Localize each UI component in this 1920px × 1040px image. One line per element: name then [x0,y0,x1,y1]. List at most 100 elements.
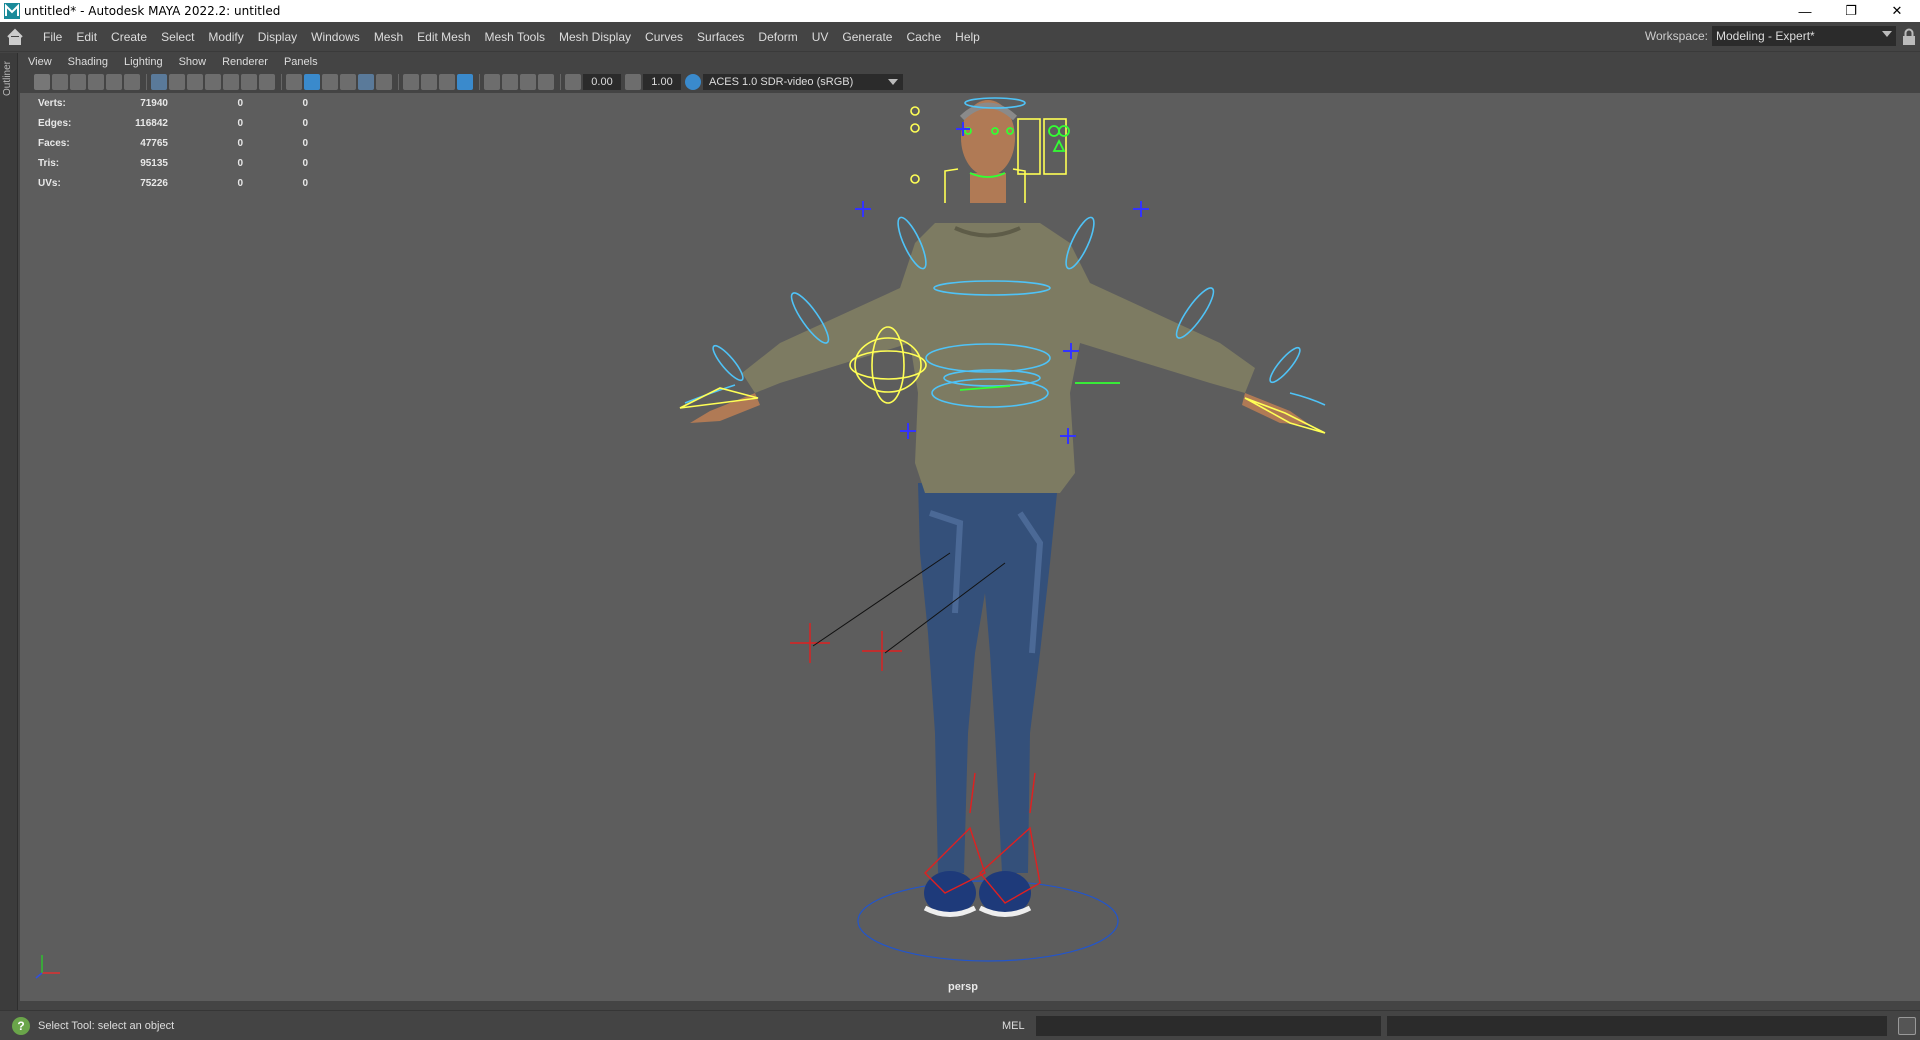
workspace-dropdown[interactable]: Modeling - Expert* [1712,26,1896,46]
camera-lock-icon[interactable] [52,74,68,90]
menu-modify[interactable]: Modify [201,22,250,52]
main-menu-bar: File Edit Create Select Modify Display W… [0,22,1920,52]
menu-create[interactable]: Create [104,22,154,52]
script-editor-icon[interactable] [1898,1017,1916,1035]
field-chart-icon[interactable] [223,74,239,90]
gamma-icon[interactable] [625,74,641,90]
workspace-label: Workspace: [1644,29,1708,43]
outliner-label: Outliner [2,61,13,97]
panel-menu-shading[interactable]: Shading [60,56,116,68]
chevron-down-icon [1882,31,1892,37]
toolbar-separator [281,74,282,90]
camera-select-icon[interactable] [34,74,50,90]
view-axis-gizmo [35,955,60,979]
backface-culling-icon[interactable] [538,74,554,90]
menu-list: File Edit Create Select Modify Display W… [36,22,987,52]
resolution-gate-icon[interactable] [187,74,203,90]
menu-select[interactable]: Select [154,22,201,52]
menu-file[interactable]: File [36,22,69,52]
window-title: untitled* - Autodesk MAYA 2022.2: untitl… [24,4,281,18]
menu-mesh-tools[interactable]: Mesh Tools [478,22,552,52]
menu-display[interactable]: Display [251,22,304,52]
home-button[interactable] [2,24,28,50]
command-result-field [1387,1016,1887,1036]
motion-blur-icon[interactable] [439,74,455,90]
workspace-value: Modeling - Expert* [1716,29,1815,43]
shadows-icon[interactable] [403,74,419,90]
panel-toolbar: 0.00 1.00 ACES 1.0 SDR-video (sRGB) [20,71,1920,93]
script-language-toggle[interactable]: MEL [1002,1020,1025,1032]
color-space-value: ACES 1.0 SDR-video (sRGB) [709,76,854,88]
menu-generate[interactable]: Generate [835,22,899,52]
command-line-input[interactable] [1036,1016,1381,1036]
color-space-dropdown[interactable]: ACES 1.0 SDR-video (sRGB) [703,74,903,90]
restore-button[interactable]: ❐ [1828,0,1874,22]
ambient-occlusion-icon[interactable] [421,74,437,90]
menu-help[interactable]: Help [948,22,987,52]
toolbar-separator [560,74,561,90]
menu-deform[interactable]: Deform [751,22,804,52]
toolbar-separator [146,74,147,90]
camera-attributes-icon[interactable] [70,74,86,90]
menu-uv[interactable]: UV [805,22,836,52]
xray-active-icon[interactable] [520,74,536,90]
maya-app-icon [4,3,20,19]
exposure-icon[interactable] [565,74,581,90]
grid-icon[interactable] [151,74,167,90]
close-button[interactable]: ✕ [1874,0,1920,22]
panel-menu-lighting[interactable]: Lighting [116,56,171,68]
panel-menu-view[interactable]: View [20,56,60,68]
image-plane-icon[interactable] [106,74,122,90]
menu-edit-mesh[interactable]: Edit Mesh [410,22,477,52]
xray-joints-icon[interactable] [502,74,518,90]
menu-curves[interactable]: Curves [638,22,690,52]
toolbar-separator [398,74,399,90]
toolbar-separator [479,74,480,90]
perspective-viewport[interactable]: Verts: 71940 0 0 Edges: 116842 0 0 Faces… [20,93,1920,1001]
character-torso[interactable] [742,223,1255,493]
restore-icon: ❐ [1845,3,1857,18]
isolate-select-icon[interactable] [484,74,500,90]
bookmark-icon[interactable] [88,74,104,90]
help-message: Select Tool: select an object [38,1019,175,1032]
wireframe-icon[interactable] [286,74,302,90]
home-icon [7,28,23,45]
grease-pencil-icon[interactable] [124,74,140,90]
minimize-icon: — [1798,3,1812,19]
menu-mesh-display[interactable]: Mesh Display [552,22,638,52]
outliner-strip[interactable]: Outliner [0,53,18,1013]
menu-surfaces[interactable]: Surfaces [690,22,751,52]
workspace-selector: Workspace: Modeling - Expert* [1645,26,1896,46]
panel-menu-show[interactable]: Show [171,56,215,68]
panel-menu-renderer[interactable]: Renderer [214,56,276,68]
smooth-shade-icon[interactable] [304,74,320,90]
film-gate-icon[interactable] [169,74,185,90]
menu-edit[interactable]: Edit [69,22,104,52]
minimize-button[interactable]: — [1782,0,1828,22]
title-bar: untitled* - Autodesk MAYA 2022.2: untitl… [0,0,1920,22]
help-line: ? Select Tool: select an object MEL [0,1010,1920,1040]
exposure-field[interactable]: 0.00 [583,74,621,90]
rigged-character-scene[interactable] [20,93,1920,1001]
anti-alias-icon[interactable] [457,74,473,90]
help-icon[interactable]: ? [12,1016,30,1035]
menu-cache[interactable]: Cache [899,22,948,52]
menu-mesh[interactable]: Mesh [367,22,410,52]
character-head[interactable] [959,100,1018,203]
wireframe-on-shaded-icon[interactable] [322,74,338,90]
color-management-icon[interactable] [685,74,701,90]
character-legs[interactable] [918,483,1058,873]
safe-title-icon[interactable] [259,74,275,90]
panel-menu-bar: View Shading Lighting Show Renderer Pane… [20,53,1920,71]
chevron-down-icon [888,79,898,85]
xray-icon[interactable] [340,74,356,90]
panel-menu-panels[interactable]: Panels [276,56,326,68]
camera-name-label: persp [948,981,978,993]
gate-mask-icon[interactable] [205,74,221,90]
lights-icon[interactable] [376,74,392,90]
menu-windows[interactable]: Windows [304,22,367,52]
safe-action-icon[interactable] [241,74,257,90]
textured-icon[interactable] [358,74,374,90]
lock-icon[interactable] [1902,28,1916,46]
gamma-field[interactable]: 1.00 [643,74,681,90]
